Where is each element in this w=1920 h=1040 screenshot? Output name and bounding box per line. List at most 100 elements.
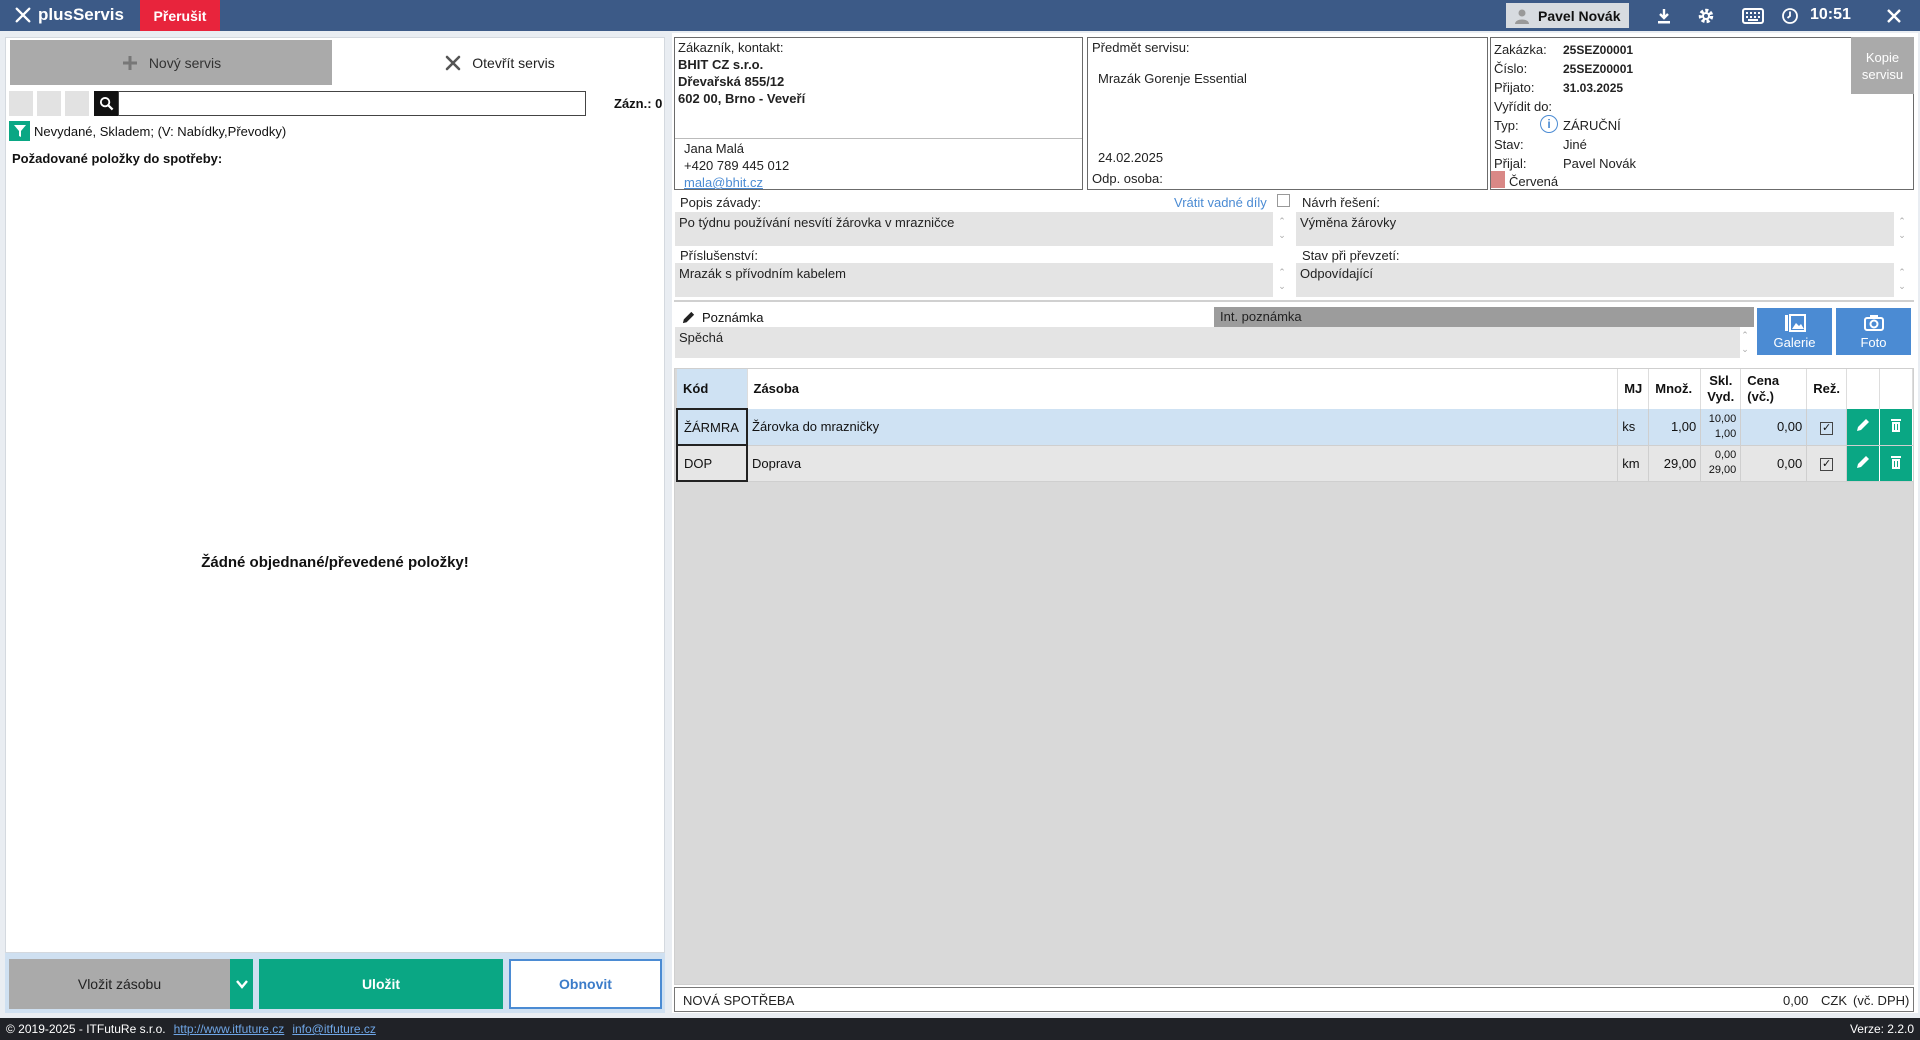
- filter-icon[interactable]: [9, 121, 30, 141]
- col-rez[interactable]: Rež.: [1806, 369, 1847, 409]
- save-button[interactable]: Uložit: [259, 959, 503, 1009]
- col-kod[interactable]: Kód: [677, 369, 748, 409]
- typ-value: ZÁRUČNÍ: [1563, 118, 1621, 133]
- col-cena-line2: (vč.): [1747, 389, 1774, 404]
- note-tab[interactable]: Poznámka: [675, 307, 1214, 327]
- row-rez[interactable]: ✓: [1806, 409, 1847, 446]
- filter-text: Nevydané, Skladem; (V: Nabídky,Převodky): [34, 123, 287, 139]
- subject-box[interactable]: [1087, 37, 1488, 190]
- contact-name: Jana Malá: [684, 141, 744, 156]
- website-link[interactable]: http://www.itfuture.cz: [174, 1022, 285, 1036]
- row-vyd-value: 29,00: [1708, 464, 1737, 476]
- pencil-icon: [682, 311, 695, 323]
- divider: [675, 138, 1082, 139]
- note-scroll[interactable]: ⌃ ⌄: [1739, 328, 1751, 358]
- app-name: plusServis: [38, 5, 124, 24]
- row-rez[interactable]: ✓: [1806, 445, 1847, 482]
- return-parts-label: Vrátit vadné díly: [1174, 195, 1267, 210]
- prislusenstvi-label: Příslušenství:: [680, 248, 759, 263]
- popis-scroll[interactable]: ⌃ ⌄: [1276, 214, 1288, 244]
- subject-value: Mrazák Gorenje Essential: [1098, 71, 1247, 86]
- col-zasoba[interactable]: Zásoba: [747, 369, 1619, 409]
- keyboard-icon[interactable]: [1741, 6, 1765, 26]
- close-icon[interactable]: [1884, 6, 1904, 26]
- tools-icon: [15, 7, 31, 23]
- col-skl[interactable]: Skl. Vyd.: [1700, 369, 1742, 409]
- navrh-scroll[interactable]: ⌃ ⌄: [1896, 214, 1908, 244]
- email-link[interactable]: info@itfuture.cz: [292, 1022, 376, 1036]
- row-cena: 0,00: [1740, 445, 1808, 482]
- col-cena[interactable]: Cena (vč.): [1740, 369, 1808, 409]
- row-rez-checkbox[interactable]: ✓: [1820, 421, 1834, 435]
- insert-stock-dropdown[interactable]: [230, 959, 253, 1009]
- search-input[interactable]: [118, 91, 586, 116]
- prislusenstvi-scroll[interactable]: ⌃ ⌄: [1276, 265, 1288, 295]
- tab-new-service[interactable]: Nový servis: [10, 40, 332, 85]
- typ-label: Typ:: [1494, 118, 1519, 133]
- filter-row[interactable]: Nevydané, Skladem; (V: Nabídky,Převodky): [9, 121, 286, 141]
- customer-label: Zákazník, kontakt:: [678, 40, 784, 55]
- col-edit: [1846, 369, 1880, 409]
- toolbar-button-2[interactable]: [37, 91, 61, 116]
- items-table: Kód Zásoba MJ Množ. Skl. Vyd. Cena (vč.) R…: [676, 369, 1913, 482]
- note-field[interactable]: Spěchá: [675, 327, 1740, 358]
- return-parts-checkbox[interactable]: [1277, 194, 1290, 207]
- contact-email[interactable]: mala@bhit.cz: [684, 175, 763, 190]
- footer: © 2019-2025 - ITFutuRe s.r.o. http://www…: [0, 1018, 1920, 1040]
- table-row[interactable]: DOP Doprava km 29,00 0,00 29,00 0,00 ✓: [676, 444, 1913, 482]
- gallery-button[interactable]: Galerie: [1757, 308, 1832, 355]
- row-rez-checkbox[interactable]: ✓: [1820, 458, 1834, 471]
- record-count: Zázn.: 0: [614, 96, 663, 111]
- user-icon: [1515, 9, 1529, 24]
- refresh-button[interactable]: Obnovit: [509, 959, 662, 1009]
- toolbar-button-1[interactable]: [9, 91, 33, 116]
- edit-button[interactable]: [1846, 445, 1880, 482]
- row-skl-value: 0,00: [1714, 449, 1737, 461]
- tab-open-label: Otevřít servis: [472, 54, 555, 71]
- user-name: Pavel Novák: [1538, 7, 1621, 24]
- photo-button[interactable]: Foto: [1836, 308, 1911, 355]
- edit-button[interactable]: [1846, 409, 1880, 446]
- row-skl: 10,00 1,00: [1700, 409, 1742, 446]
- clock-time: 10:51: [1810, 6, 1851, 23]
- tab-open-service[interactable]: Otevřít servis: [337, 40, 662, 85]
- delete-button[interactable]: [1879, 445, 1913, 482]
- internal-note-tab[interactable]: Int. poznámka: [1214, 307, 1754, 327]
- zakazka-label: Zakázka:: [1494, 42, 1547, 57]
- prislusenstvi-field[interactable]: Mrazák s přívodním kabelem: [675, 263, 1273, 297]
- divider: [674, 300, 1914, 302]
- toolbar-button-3[interactable]: [65, 91, 89, 116]
- row-skl: 0,00 29,00: [1700, 445, 1742, 482]
- prijal-value: Pavel Novák: [1563, 156, 1636, 171]
- col-mnoz[interactable]: Množ.: [1648, 369, 1702, 409]
- download-icon[interactable]: [1654, 6, 1674, 26]
- col-skl-line1: Skl.: [1709, 373, 1733, 388]
- empty-message: Žádné objednané/převedené položky!: [201, 554, 469, 571]
- stav-prevzeti-label: Stav při převzetí:: [1302, 248, 1400, 263]
- total-amount: 0,00: [1783, 993, 1809, 1008]
- table-header-row: Kód Zásoba MJ Množ. Skl. Vyd. Cena (vč.) R…: [677, 369, 1913, 409]
- user-button[interactable]: Pavel Novák: [1506, 3, 1629, 28]
- stav-prevzeti-field[interactable]: Odpovídající: [1296, 263, 1894, 297]
- gear-icon[interactable]: [1696, 6, 1716, 26]
- insert-stock-button[interactable]: Vložit zásobu: [9, 959, 230, 1009]
- pencil-icon: [1857, 419, 1869, 432]
- delete-button[interactable]: [1879, 409, 1913, 446]
- navrh-field[interactable]: Výměna žárovky: [1296, 212, 1894, 246]
- trash-icon: [1891, 419, 1901, 433]
- customer-city: 602 00, Brno - Veveří: [678, 91, 806, 106]
- table-row[interactable]: ŽÁRMRA Žárovka do mrazničky ks 1,00 10,0…: [676, 408, 1913, 446]
- stav-prevzeti-scroll[interactable]: ⌃ ⌄: [1896, 265, 1908, 295]
- search-icon[interactable]: [94, 91, 118, 116]
- col-skl-line2: Vyd.: [1707, 389, 1735, 404]
- total-currency: CZK: [1821, 993, 1847, 1008]
- popis-field[interactable]: Po týdnu používání nesvítí žárovka v mra…: [675, 212, 1273, 246]
- interrupt-button[interactable]: Přerušit: [140, 0, 220, 31]
- copy-service-button[interactable]: Kopie servisu: [1851, 37, 1914, 94]
- zakazka-value: 25SEZ00001: [1563, 43, 1634, 57]
- row-kod: ŽÁRMRA: [676, 408, 748, 446]
- subject-label: Předmět servisu:: [1092, 40, 1190, 55]
- prijato-value: 31.03.2025: [1563, 81, 1624, 95]
- col-mj[interactable]: MJ: [1617, 369, 1650, 409]
- row-kod: DOP: [676, 444, 748, 482]
